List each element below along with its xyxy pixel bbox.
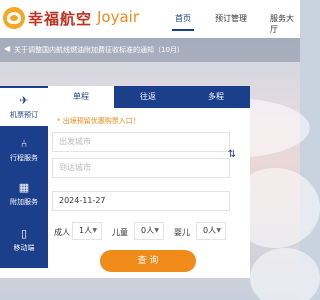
child-count-value: 0人 xyxy=(141,226,155,235)
promo-hint[interactable]: * 出境预留优惠购票入口！ xyxy=(57,116,140,126)
sidebar-item-mobile[interactable]: ▯ 移动端 xyxy=(0,224,48,260)
sidebar: ✈ 机票预订 ⑃ 行程服务 ▦ 附加服务 ▯ 移动端 xyxy=(0,86,48,268)
tab-round-trip[interactable]: 往返 xyxy=(114,86,182,108)
nav-booking-management[interactable]: 预订管理 xyxy=(215,13,247,24)
announcement-text[interactable]: 关于调整国内航线燃油附加费征收标准的通知（10月） xyxy=(14,45,184,55)
tab-one-way[interactable]: 单程 xyxy=(48,86,114,108)
plane-icon: ✈ xyxy=(19,94,29,107)
child-count-select[interactable]: 0人 ▼ xyxy=(134,222,164,240)
adult-label: 成人 xyxy=(54,228,70,237)
mobile-icon: ▯ xyxy=(20,227,28,240)
announcement-bar[interactable]: ◀ 关于调整国内航线燃油附加费征收标准的通知（10月） xyxy=(0,38,300,62)
adult-count-value: 1人 xyxy=(79,226,93,235)
cloud-decoration xyxy=(250,248,320,300)
nav-active-indicator xyxy=(172,29,194,31)
brand-logo-icon[interactable] xyxy=(3,7,25,29)
search-button[interactable]: 查 询 xyxy=(100,250,196,272)
nav-service-hall[interactable]: 服务大厅 xyxy=(270,13,300,35)
brand-name-en[interactable]: Joyair xyxy=(97,8,139,26)
chevron-down-icon: ▼ xyxy=(154,227,159,234)
speaker-icon: ◀ xyxy=(4,44,11,53)
sidebar-item-label: 机票预订 xyxy=(10,111,38,119)
departure-city-input[interactable]: 出发城市 xyxy=(52,132,230,152)
chevron-down-icon: ▼ xyxy=(216,227,221,234)
sidebar-item-label: 行程服务 xyxy=(10,154,38,162)
infant-label: 婴儿 xyxy=(174,228,190,237)
child-label: 儿童 xyxy=(112,228,128,237)
nav-home[interactable]: 首页 xyxy=(175,13,191,24)
brand-name-cn[interactable]: 幸福航空 xyxy=(28,8,92,29)
sidebar-item-trip-service[interactable]: ⑃ 行程服务 xyxy=(0,134,48,170)
trip-type-tabs: 单程 往返 多程 xyxy=(48,86,250,108)
infant-count-value: 0人 xyxy=(203,226,217,235)
infant-count-select[interactable]: 0人 ▼ xyxy=(196,222,226,240)
swap-cities-icon[interactable]: ⇅ xyxy=(224,147,240,163)
adult-count-select[interactable]: 1人 ▼ xyxy=(72,222,102,240)
site-header: 幸福航空 Joyair 首页 预订管理 服务大厅 xyxy=(0,0,300,38)
departure-date-input[interactable]: 2024-11-27 xyxy=(52,191,230,211)
chevron-down-icon: ▼ xyxy=(92,227,97,234)
sidebar-item-flight-booking[interactable]: ✈ 机票预订 xyxy=(0,88,48,126)
tab-multi-city[interactable]: 多程 xyxy=(182,86,250,108)
sidebar-item-extra-service[interactable]: ▦ 附加服务 xyxy=(0,178,48,214)
arrival-city-input[interactable]: 到达城市 xyxy=(52,158,230,178)
seat-icon: ⑃ xyxy=(20,137,28,150)
sidebar-item-label: 附加服务 xyxy=(10,198,38,206)
luggage-icon: ▦ xyxy=(18,181,30,194)
sidebar-item-label: 移动端 xyxy=(13,244,35,252)
